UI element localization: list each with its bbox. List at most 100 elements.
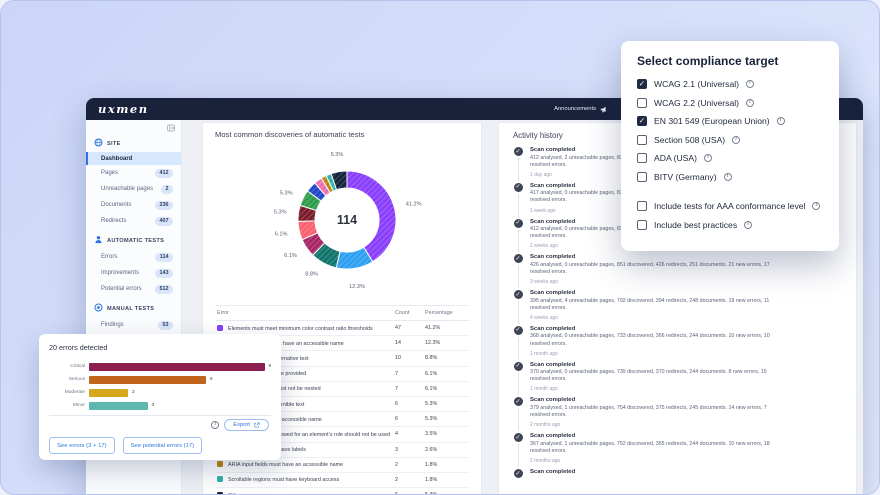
scan-completed-icon: ✓ xyxy=(514,469,523,478)
sidebar-item-unreachable-pages[interactable]: Unreachable pages2 xyxy=(86,181,181,197)
activity-entry-body: Scan completed379 analysed, 1 unreachabl… xyxy=(530,397,780,433)
info-icon[interactable]: i xyxy=(777,117,785,125)
activity-entry-rail: ✓ xyxy=(513,362,523,398)
sidebar-item-redirects[interactable]: Redirects407 xyxy=(86,213,181,229)
sidebar-section-label: SITE xyxy=(107,141,121,147)
activity-entry-rail: ✓ xyxy=(513,183,523,219)
info-icon[interactable]: i xyxy=(812,202,820,210)
checkbox-unchecked[interactable] xyxy=(637,153,647,163)
checkbox-unchecked[interactable] xyxy=(637,220,647,230)
compliance-option: ✓EN 301 549 (European Union)i xyxy=(637,116,823,126)
checkbox-unchecked[interactable] xyxy=(637,135,647,145)
activity-entry-body: Scan completed426 analysed, 0 unreachabl… xyxy=(530,254,780,290)
activity-entry-description: 426 analysed, 0 unreachable pages, 851 d… xyxy=(530,262,780,276)
activity-entry-rail: ✓ xyxy=(513,147,523,183)
sidebar-item-improvements[interactable]: Improvements143 xyxy=(86,265,181,281)
compliance-target-card: Select compliance target ✓WCAG 2.1 (Univ… xyxy=(621,41,839,251)
compliance-option-label: WCAG 2.1 (Universal) xyxy=(654,79,739,89)
sidebar-item-label: Redirects xyxy=(101,218,126,224)
activity-entry-rail: ✓ xyxy=(513,397,523,433)
activity-entry: ✓Scan completed395 analysed, 4 unreachab… xyxy=(513,290,842,326)
activity-entry-description: 367 analysed, 1 unreachable pages, 752 d… xyxy=(530,441,780,455)
sidebar-item-errors[interactable]: Errors114 xyxy=(86,249,181,265)
info-icon[interactable]: i xyxy=(732,136,740,144)
table-header-count: Count xyxy=(393,306,423,321)
compliance-option-label: Section 508 (USA) xyxy=(654,135,725,145)
percentage-cell: 6.1% xyxy=(423,381,469,396)
scan-completed-icon: ✓ xyxy=(514,183,523,192)
info-icon[interactable]: i xyxy=(704,154,712,162)
scan-completed-icon: ✓ xyxy=(514,326,523,335)
severity-bar-row: Critical9 xyxy=(49,360,271,373)
severity-value: 9 xyxy=(269,364,272,369)
sidebar-item-label: Findings xyxy=(101,322,124,328)
globe-icon xyxy=(94,138,103,149)
scan-completed-icon: ✓ xyxy=(514,290,523,299)
checkbox-unchecked[interactable] xyxy=(637,98,647,108)
announcements-label: Announcements xyxy=(554,106,596,112)
collapse-panel-icon[interactable] xyxy=(167,124,175,132)
percentage-cell: 5.3% xyxy=(423,488,469,495)
see-errors-button[interactable]: See errors (3 + 17) xyxy=(49,437,115,454)
info-icon[interactable]: i xyxy=(746,80,754,88)
activity-entry-rail: ✓ xyxy=(513,326,523,362)
timeline-connector xyxy=(518,444,519,467)
compliance-option-label: WCAG 2.2 (Universal) xyxy=(654,98,739,108)
sidebar-item-potential-errors[interactable]: Potential errors512 xyxy=(86,281,181,297)
timeline-connector xyxy=(518,337,519,360)
donut-percent-label: 6.1% xyxy=(284,253,297,259)
timeline-connector xyxy=(518,408,519,431)
activity-entry-body: Scan completed370 analysed, 0 unreachabl… xyxy=(530,362,780,398)
activity-entry-title: Scan completed xyxy=(530,397,780,403)
sidebar-item-dashboard[interactable]: Dashboard xyxy=(86,152,181,165)
scan-completed-icon: ✓ xyxy=(514,254,523,263)
sidebar-item-documents[interactable]: Documents236 xyxy=(86,197,181,213)
activity-entry-body: Scan completed367 analysed, 1 unreachabl… xyxy=(530,433,780,469)
sidebar-item-badge: 143 xyxy=(155,269,173,278)
timeline-connector xyxy=(518,373,519,396)
export-icon xyxy=(254,422,260,428)
info-icon[interactable]: i xyxy=(744,221,752,229)
checkbox-checked[interactable]: ✓ xyxy=(637,116,647,126)
compliance-option-label: ADA (USA) xyxy=(654,153,697,163)
compliance-option-label: Include tests for AAA conformance level xyxy=(654,201,805,211)
activity-entry-rail: ✓ xyxy=(513,219,523,255)
percentage-cell: 41.2% xyxy=(423,321,469,336)
donut-percent-label: 41.2% xyxy=(406,201,422,207)
info-icon[interactable]: i xyxy=(211,421,219,429)
percentage-cell: 5.3% xyxy=(423,396,469,411)
see-potential-errors-button[interactable]: See potential errors (17) xyxy=(123,437,203,454)
severity-label: Serious xyxy=(49,377,85,382)
robot-icon xyxy=(94,235,103,246)
severity-value: 3 xyxy=(152,403,155,408)
activity-entry-timestamp: 1 month ago xyxy=(530,386,780,392)
screenshot-canvas: uxmen Announcements SITED xyxy=(0,0,880,495)
sidebar-item-label: Documents xyxy=(101,202,131,208)
checkbox-unchecked[interactable] xyxy=(637,172,647,182)
scan-completed-icon: ✓ xyxy=(514,433,523,442)
info-icon[interactable]: i xyxy=(746,99,754,107)
error-cell: Scrollable regions must have keyboard ac… xyxy=(215,472,393,487)
sidebar-item-pages[interactable]: Pages412 xyxy=(86,165,181,181)
severity-bar-row: Serious6 xyxy=(49,373,271,386)
severity-bar xyxy=(89,402,148,410)
sidebar-item-label: Unreachable pages xyxy=(101,186,153,192)
scan-completed-icon: ✓ xyxy=(514,147,523,156)
activity-entry: ✓Scan completed xyxy=(513,469,842,482)
activity-entry: ✓Scan completed370 analysed, 0 unreachab… xyxy=(513,362,842,398)
activity-entry-timestamp: 1 month ago xyxy=(530,351,780,357)
sidebar-item-badge: 53 xyxy=(158,321,173,330)
percentage-cell: 12.3% xyxy=(423,336,469,351)
compliance-option: ✓ WCAG 2.1 (Universal) i xyxy=(637,79,823,89)
errors-export-button[interactable]: Export xyxy=(224,419,269,431)
checkbox-unchecked[interactable] xyxy=(637,201,647,211)
percentage-cell: 5.3% xyxy=(423,412,469,427)
info-icon[interactable]: i xyxy=(724,173,732,181)
timeline-connector xyxy=(518,158,519,181)
sidebar-item-findings[interactable]: Findings 53 xyxy=(86,317,181,333)
count-cell: 4 xyxy=(393,427,423,442)
activity-entry-timestamp: 4 weeks ago xyxy=(530,315,780,321)
checkbox-checked[interactable]: ✓ xyxy=(637,79,647,89)
activity-entry: ✓Scan completed368 analysed, 0 unreachab… xyxy=(513,326,842,362)
donut-center-total: 114 xyxy=(337,213,357,227)
